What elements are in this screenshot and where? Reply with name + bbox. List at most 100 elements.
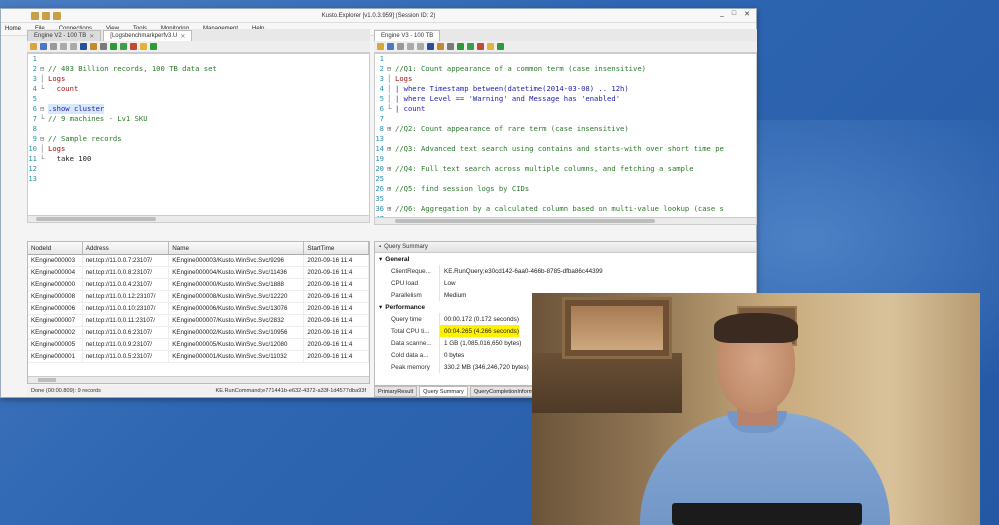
fold-guide: └ — [40, 154, 45, 163]
copy-icon[interactable] — [60, 43, 67, 50]
fold-toggle-icon[interactable]: ⊟ — [40, 134, 48, 144]
tab-engine-v2[interactable]: Engine V2 - 100 TB ✕ — [27, 30, 102, 41]
laptop — [672, 503, 862, 525]
section-label: General — [385, 255, 410, 263]
line-number: 19 — [375, 154, 384, 163]
line-number: 36 — [375, 204, 384, 213]
fold-toggle-icon[interactable]: ⊞ — [387, 144, 395, 154]
cut-icon[interactable] — [397, 43, 404, 50]
tab-query-completion-information[interactable]: QueryCompletionInform — [469, 386, 538, 397]
summary-key: ClientReque... — [391, 267, 431, 275]
grid-horizontal-scrollbar[interactable] — [28, 376, 369, 383]
find-icon[interactable] — [100, 43, 107, 50]
code-lines: 1 2 ⊟//Q1: Count appearance of a common te… — [375, 54, 756, 224]
format-icon[interactable] — [90, 43, 97, 50]
horizontal-scrollbar[interactable] — [375, 217, 756, 224]
column-header-name[interactable]: Name — [169, 242, 305, 254]
edit-icon[interactable] — [140, 43, 147, 50]
table-row[interactable]: KEngine000004 net.tcp://11.0.0.8:23107/KE… — [28, 267, 369, 279]
column-header-nodeid[interactable]: NodeId — [28, 242, 83, 254]
run-all-icon[interactable] — [467, 43, 474, 50]
collapse-icon[interactable]: ▾ — [379, 255, 382, 263]
line-number: 3 — [32, 74, 37, 83]
status-bar: Done (00:00.809): 9 records KE.RunComman… — [27, 385, 370, 396]
paste-icon[interactable] — [70, 43, 77, 50]
fold-toggle-icon[interactable]: ⊞ — [387, 124, 395, 134]
close-button[interactable]: ✕ — [744, 10, 750, 18]
table-row[interactable]: KEngine000005 net.tcp://11.0.0.9:23107/KE… — [28, 339, 369, 351]
stop-icon[interactable] — [477, 43, 484, 50]
code-text: // 403 Billion records, 100 TB data set — [48, 64, 217, 73]
run-icon[interactable] — [457, 43, 464, 50]
pin-icon[interactable]: ▪ — [379, 244, 381, 250]
fold-guide — [387, 194, 395, 204]
minimize-button[interactable]: _ — [720, 10, 724, 18]
edit-icon[interactable] — [487, 43, 494, 50]
cut-icon[interactable] — [50, 43, 57, 50]
column-header-starttime[interactable]: StartTime — [304, 242, 369, 254]
table-row[interactable]: KEngine000008 net.tcp://11.0.0.12:23107/K… — [28, 291, 369, 303]
close-tab-icon[interactable]: ✕ — [180, 33, 185, 40]
column-header-address[interactable]: Address — [83, 242, 170, 254]
fold-guide — [387, 54, 395, 64]
fold-guide: └ — [40, 84, 45, 93]
find-icon[interactable] — [447, 43, 454, 50]
copy-icon[interactable] — [407, 43, 414, 50]
monitor-icon[interactable] — [80, 43, 87, 50]
tab-label: [Logsbenchmarkperfv3.U — [110, 33, 178, 39]
fold-toggle-icon[interactable]: ⊞ — [387, 164, 395, 174]
fold-toggle-icon[interactable]: ⊞ — [387, 204, 395, 214]
tab-logsbenchmark[interactable]: [Logsbenchmarkperfv3.U ✕ — [103, 30, 193, 41]
code-line: 5 — [28, 94, 369, 104]
left-code-editor[interactable]: 1 2 ⊟// 403 Billion records, 100 TB data s… — [27, 53, 370, 223]
code-text: Logs — [48, 144, 66, 153]
table-row[interactable]: KEngine000000 net.tcp://11.0.0.4:23107/KE… — [28, 279, 369, 291]
save-icon[interactable] — [40, 43, 47, 50]
fold-toggle-icon[interactable]: ⊟ — [40, 104, 48, 114]
line-number: 4 — [379, 84, 384, 93]
horizontal-scrollbar[interactable] — [28, 215, 369, 222]
table-row[interactable]: KEngine000002 net.tcp://11.0.0.6:23107/KE… — [28, 327, 369, 339]
code-line: 14 ⊞//Q3: Advanced text search using cont… — [375, 144, 756, 154]
summary-value: 330.2 MB (346,246,720 bytes) — [439, 361, 529, 373]
fold-toggle-icon[interactable]: ⊟ — [40, 64, 48, 74]
menu-home[interactable]: Home — [5, 26, 21, 32]
run-all-icon[interactable] — [120, 43, 127, 50]
open-icon[interactable] — [377, 43, 384, 50]
table-cell: KEngine000000 — [28, 279, 83, 290]
tab-query-summary[interactable]: Query Summary — [419, 386, 468, 397]
tab-primary-result[interactable]: PrimaryResult — [374, 386, 418, 397]
table-cell: 2020-09-16 11:4 — [304, 303, 369, 314]
open-icon[interactable] — [30, 43, 37, 50]
close-tab-icon[interactable]: ✕ — [89, 33, 94, 40]
line-number: 2 — [379, 64, 384, 73]
right-code-editor[interactable]: 1 2 ⊟//Q1: Count appearance of a common te… — [374, 53, 757, 225]
results-grid[interactable]: NodeId Address Name StartTime KEngine000… — [27, 241, 370, 384]
fold-toggle-icon[interactable]: ⊟ — [387, 64, 395, 74]
table-cell: KEngine000007 — [28, 315, 83, 326]
summary-section-header[interactable]: ▾ General — [375, 253, 756, 265]
right-editor-toolbar — [374, 41, 757, 53]
table-row[interactable]: KEngine000007 net.tcp://11.0.0.11:23107/K… — [28, 315, 369, 327]
paste-icon[interactable] — [417, 43, 424, 50]
check-icon[interactable] — [150, 43, 157, 50]
line-number: 11 — [28, 154, 37, 163]
tab-engine-v3[interactable]: Engine V3 - 100 TB — [374, 30, 441, 41]
maximize-button[interactable]: □ — [732, 10, 736, 18]
table-cell: 2020-09-16 11:4 — [304, 267, 369, 278]
save-icon[interactable] — [387, 43, 394, 50]
right-tab-strip: Engine V3 - 100 TB — [374, 29, 757, 41]
table-cell: 2020-09-16 11:4 — [304, 315, 369, 326]
stop-icon[interactable] — [130, 43, 137, 50]
table-row[interactable]: KEngine000003 net.tcp://11.0.0.7:23107/KE… — [28, 255, 369, 267]
run-icon[interactable] — [110, 43, 117, 50]
table-row[interactable]: KEngine000006 net.tcp://11.0.0.10:23107/K… — [28, 303, 369, 315]
check-icon[interactable] — [497, 43, 504, 50]
table-cell: net.tcp://11.0.0.5:23107/ — [83, 351, 170, 362]
format-icon[interactable] — [437, 43, 444, 50]
collapse-icon[interactable]: ▾ — [379, 303, 382, 311]
fold-toggle-icon[interactable]: ⊞ — [387, 184, 395, 194]
monitor-icon[interactable] — [427, 43, 434, 50]
code-text: //Q2: Count appearance of rare term (cas… — [395, 124, 629, 133]
table-row[interactable]: KEngine000001 net.tcp://11.0.0.5:23107/KE… — [28, 351, 369, 363]
